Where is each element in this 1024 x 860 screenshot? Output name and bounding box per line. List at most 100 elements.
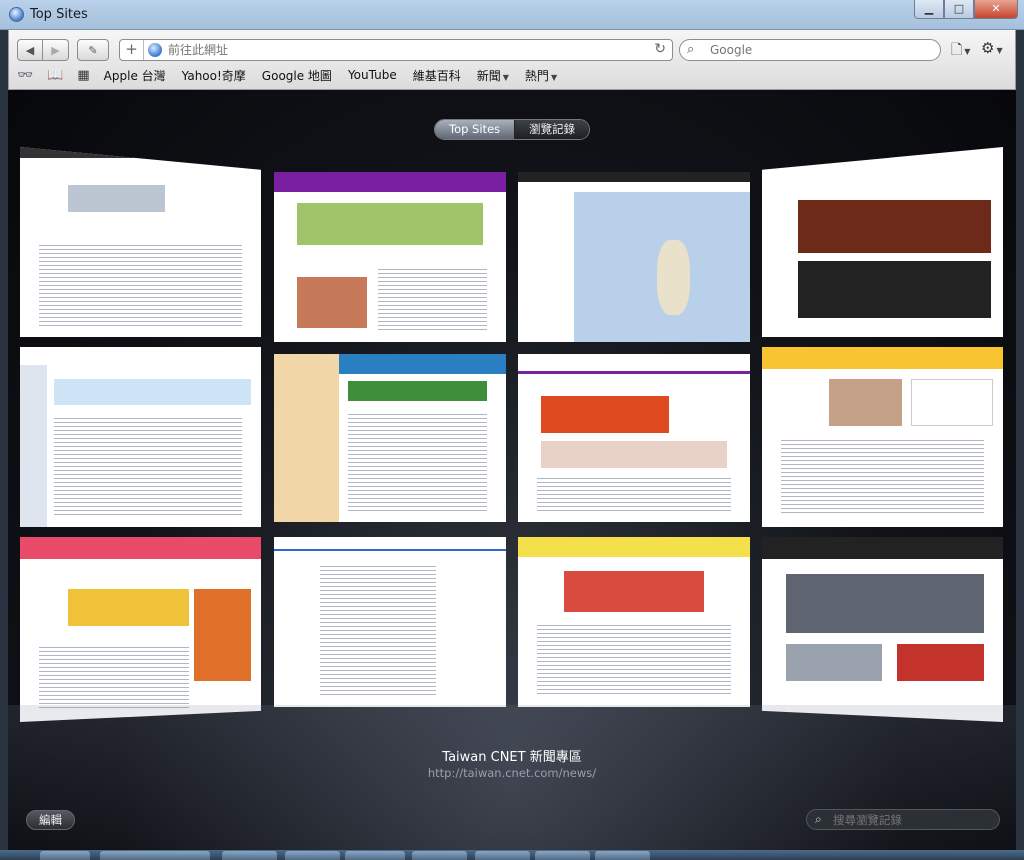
- top-sites-grid-icon[interactable]: ▦: [77, 68, 89, 83]
- thumb-banner: [541, 396, 669, 433]
- taskbar-item[interactable]: [345, 851, 405, 860]
- tab-top-sites[interactable]: Top Sites: [435, 120, 515, 139]
- site-thumbnail-google-maps[interactable]: [518, 172, 750, 342]
- chevron-down-icon: ▼: [964, 47, 971, 56]
- bookmark-google-maps[interactable]: Google 地圖: [262, 67, 332, 84]
- tab-history[interactable]: 瀏覽記錄: [514, 120, 590, 139]
- page-menu-button[interactable]: 🗋 ▼: [951, 39, 975, 61]
- thumb-text-lines: [536, 474, 732, 512]
- taskbar-item[interactable]: [475, 851, 530, 860]
- thumb-text-lines: [320, 562, 437, 697]
- chevron-down-icon: ▼: [502, 72, 509, 82]
- thumb-banner: [68, 588, 189, 626]
- thumb-header: [20, 537, 261, 560]
- search-icon: ⌕: [815, 812, 822, 826]
- thumb-block: [896, 644, 984, 682]
- search-field[interactable]: ⌕: [679, 39, 941, 61]
- address-bar[interactable]: + ↻: [119, 39, 673, 61]
- bookmark-wikipedia[interactable]: 維基百科: [413, 67, 461, 84]
- site-thumbnail-yahoo[interactable]: [274, 172, 506, 342]
- window-title: Top Sites: [30, 7, 88, 22]
- close-button[interactable]: ✕: [974, 0, 1018, 19]
- bookmark-apple[interactable]: Apple 台灣: [104, 67, 166, 84]
- title-bar: Top Sites ▁ □ ✕: [0, 0, 1024, 30]
- thumb-text-lines: [378, 265, 488, 332]
- selected-site-url: http://taiwan.cnet.com/news/: [427, 766, 597, 780]
- thumb-block: [53, 379, 252, 405]
- thumb-block: [297, 277, 367, 329]
- thumb-text-lines: [781, 437, 984, 517]
- thumb-block: [829, 379, 902, 427]
- back-button[interactable]: ◀: [17, 39, 43, 61]
- thumb-banner: [786, 574, 984, 634]
- page-icon: 🗋: [951, 42, 963, 58]
- forward-button[interactable]: ▶: [43, 39, 69, 61]
- reload-icon[interactable]: ↻: [654, 41, 666, 57]
- history-search-input[interactable]: [831, 812, 991, 827]
- thumb-header: [518, 537, 750, 558]
- site-thumbnail-apple[interactable]: [20, 147, 261, 337]
- bookmarks-book-icon[interactable]: 📖: [47, 68, 63, 83]
- clip-icon: ✎: [88, 43, 98, 57]
- taskbar-item[interactable]: [222, 851, 277, 860]
- chevron-down-icon: ▼: [996, 46, 1003, 55]
- site-thumbnail-pchome[interactable]: [518, 537, 750, 707]
- taskbar-item[interactable]: [595, 851, 650, 860]
- globe-icon: [148, 43, 162, 57]
- chevron-down-icon: ▼: [550, 72, 558, 82]
- map-island: [657, 240, 690, 315]
- bookmark-yahoo[interactable]: Yahoo!奇摩: [182, 67, 246, 84]
- site-thumbnail-shopping[interactable]: [20, 537, 261, 722]
- bookmark-news-menu[interactable]: 新聞 ▼: [477, 67, 509, 84]
- site-thumbnail-google-news[interactable]: [274, 537, 506, 707]
- view-switcher: Top Sites 瀏覽記錄: [434, 119, 591, 140]
- thumb-header: [762, 537, 1003, 560]
- minimize-button[interactable]: ▁: [914, 0, 944, 19]
- taskbar-item[interactable]: [535, 851, 590, 860]
- taskbar-item[interactable]: [412, 851, 467, 860]
- thumb-text-lines: [536, 622, 732, 697]
- thumb-header: [338, 354, 506, 375]
- forward-arrow-icon: ▶: [51, 43, 60, 57]
- top-sites-view: Top Sites 瀏覽記錄 Taiwan CNET 新聞專區 http://t…: [8, 90, 1016, 850]
- thumb-header: [518, 172, 750, 183]
- thumb-text-lines: [39, 242, 242, 326]
- thumb-header: [20, 147, 261, 159]
- settings-menu-button[interactable]: ⚙ ▼: [981, 39, 1011, 61]
- taskbar-ie-button[interactable]: [40, 851, 90, 860]
- site-thumbnail-youtube[interactable]: [762, 147, 1003, 337]
- gear-icon: ⚙: [981, 39, 995, 57]
- taskbar-item[interactable]: [285, 851, 340, 860]
- edit-button[interactable]: 編輯: [26, 810, 75, 830]
- search-input[interactable]: [708, 42, 928, 58]
- thumb-header: [518, 354, 750, 375]
- bookmark-youtube[interactable]: YouTube: [348, 68, 397, 82]
- site-thumbnail-cnet[interactable]: [762, 537, 1003, 722]
- thumb-block: [68, 185, 165, 212]
- thumb-text-lines: [53, 415, 242, 517]
- thumb-block: [786, 644, 883, 682]
- add-bookmark-button[interactable]: +: [120, 40, 144, 60]
- thumb-sidebar: [20, 365, 47, 527]
- thumb-block: [541, 441, 727, 469]
- thumb-text-lines: [39, 644, 189, 711]
- reading-list-icon[interactable]: 👓: [17, 68, 33, 83]
- site-thumbnail-news[interactable]: [274, 354, 506, 522]
- bookmark-popular-menu[interactable]: 熱門 ▼: [525, 67, 557, 84]
- search-icon: ⌕: [687, 42, 695, 57]
- maximize-button[interactable]: □: [944, 0, 974, 19]
- thumb-banner: [564, 571, 704, 612]
- site-thumbnail-yahoo-shopping[interactable]: [518, 354, 750, 522]
- thumb-header: [274, 172, 506, 193]
- history-search-field[interactable]: ⌕: [806, 809, 1000, 830]
- address-input[interactable]: [166, 42, 636, 58]
- snippet-button[interactable]: ✎: [77, 39, 109, 61]
- back-arrow-icon: ◀: [25, 43, 35, 57]
- taskbar-item[interactable]: [100, 851, 210, 860]
- thumb-sidebar: [274, 354, 339, 522]
- thumb-block: [911, 379, 994, 427]
- site-thumbnail-taobao[interactable]: [762, 347, 1003, 527]
- thumb-block: [297, 202, 483, 246]
- site-thumbnail-wikipedia[interactable]: [20, 347, 261, 527]
- thumb-block: [193, 588, 252, 682]
